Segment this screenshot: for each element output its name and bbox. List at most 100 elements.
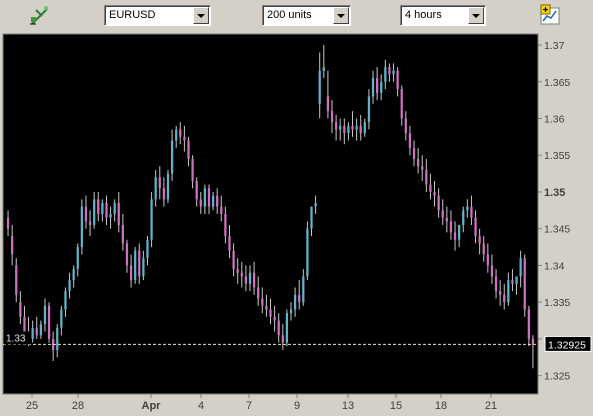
y-tick-label: 1.35	[544, 187, 565, 199]
x-tick-label: 4	[198, 400, 204, 412]
candle-body	[162, 188, 166, 200]
candle-body	[64, 291, 67, 310]
candle-body	[371, 78, 375, 97]
x-tick-label: 7	[246, 400, 252, 412]
candle-body	[453, 232, 457, 240]
candle-body	[43, 305, 47, 325]
candle-body	[388, 67, 391, 75]
timeframe-select[interactable]: 4 hours	[400, 5, 486, 26]
candle-body	[224, 214, 227, 237]
candle-body	[359, 125, 362, 134]
candle-body	[527, 309, 530, 339]
candle-body	[289, 309, 293, 314]
candle-body	[228, 236, 231, 251]
candle-body	[23, 316, 26, 332]
candle-body	[60, 309, 63, 328]
add-chart-icon[interactable]	[539, 4, 563, 26]
candle-body	[154, 177, 157, 200]
candle-body	[105, 202, 108, 218]
candle-body	[179, 129, 182, 137]
candle-body	[466, 206, 469, 211]
chart-panel: 1.37 1.365 1.36 1.355 1.35 1.345 1.34 1.335 1.33…	[0, 32, 593, 416]
candle-body	[244, 276, 248, 284]
candle-body	[76, 247, 79, 270]
y-tick-label: 1.34	[544, 260, 565, 272]
candle-body	[203, 188, 207, 207]
candle-body	[375, 78, 379, 93]
chevron-down-icon[interactable]	[193, 7, 209, 24]
candle-body	[339, 125, 342, 130]
candle-body	[511, 280, 514, 284]
candle-body	[441, 210, 444, 218]
x-tick-label: 13	[342, 400, 354, 412]
x-tick-label: 15	[390, 400, 402, 412]
candle-body	[88, 221, 92, 226]
candle-body	[474, 217, 477, 237]
candle-body	[97, 199, 100, 214]
candle-body	[519, 258, 522, 277]
candle-body	[437, 195, 440, 211]
candle-body	[125, 243, 129, 266]
candle-body	[47, 305, 51, 339]
candle-body	[298, 294, 301, 303]
left-price-label: 1.33	[6, 333, 26, 344]
x-tick-label: Apr	[142, 400, 162, 412]
x-tick-label: 9	[294, 400, 300, 412]
candle-body	[207, 188, 211, 207]
candle-body	[417, 158, 420, 167]
candle-body	[236, 269, 239, 273]
candle-body	[113, 202, 116, 214]
candle-body	[248, 272, 252, 284]
candle-body	[199, 199, 202, 207]
candle-body	[15, 265, 18, 295]
candle-body	[478, 236, 481, 244]
candle-body	[462, 210, 465, 226]
units-select[interactable]: 200 units	[262, 5, 351, 26]
candle-body	[486, 254, 489, 266]
candle-body	[322, 67, 325, 71]
chevron-down-icon[interactable]	[468, 7, 484, 24]
price-chart[interactable]: 1.37 1.365 1.36 1.355 1.35 1.345 1.34 1.335 1.33…	[0, 32, 593, 416]
candle-body	[503, 294, 506, 303]
candle-body	[343, 125, 346, 134]
candle-body	[84, 206, 88, 222]
toolbar: EURUSD 200 units 4 hours	[0, 0, 593, 32]
candle-body	[277, 320, 280, 336]
candle-body	[285, 313, 289, 343]
candle-body	[355, 125, 358, 130]
candle-body	[183, 136, 186, 141]
candle-body	[392, 70, 395, 75]
timeframe-value: 4 hours	[405, 9, 442, 21]
candle-body	[412, 147, 416, 159]
candle-body	[19, 302, 22, 317]
candle-body	[68, 280, 71, 292]
candle-body	[150, 199, 153, 240]
candle-body	[211, 195, 215, 207]
candle-body	[134, 250, 137, 281]
candle-body	[175, 129, 178, 141]
y-tick-label: 1.345	[544, 224, 570, 236]
candle-body	[195, 180, 198, 200]
candle-body	[117, 202, 120, 226]
candle-body	[523, 258, 526, 310]
candle-body	[351, 125, 354, 130]
candle-body	[499, 291, 502, 295]
chart-tool-icon[interactable]	[28, 4, 52, 26]
candle-body	[429, 184, 432, 192]
chevron-down-icon[interactable]	[333, 7, 349, 24]
candle-body	[404, 118, 407, 134]
candle-body	[142, 258, 145, 277]
candle-body	[146, 239, 149, 259]
candle-body	[458, 225, 461, 240]
candle-body	[101, 202, 104, 214]
x-tick-label: 18	[435, 400, 447, 412]
candle-body	[314, 202, 317, 207]
candle-body	[240, 272, 243, 277]
candle-body	[449, 221, 453, 233]
candle-body	[408, 133, 412, 148]
symbol-select[interactable]: EURUSD	[104, 5, 211, 26]
candle-body	[93, 199, 96, 226]
candle-body	[109, 214, 112, 218]
candle-body	[507, 280, 510, 303]
candle-body	[80, 206, 83, 248]
